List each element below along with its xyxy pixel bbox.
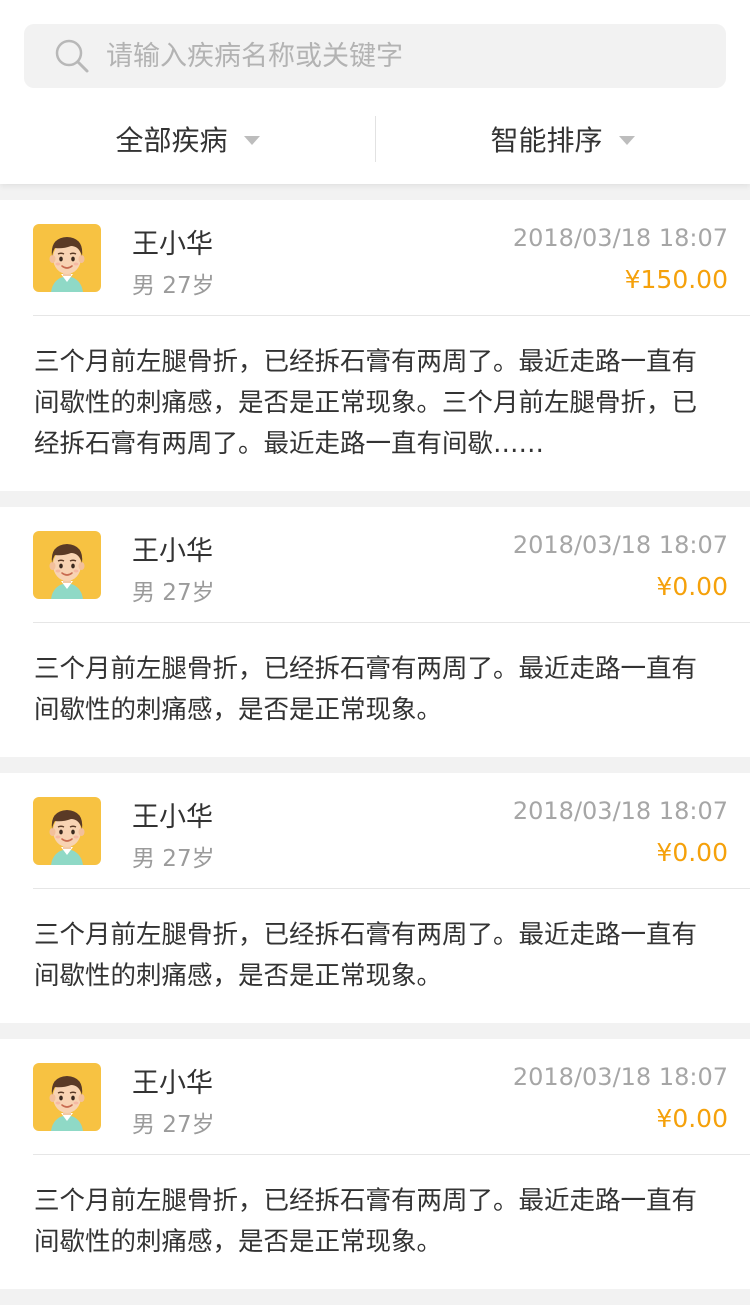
- consultation-card[interactable]: 王小华 男 27岁 2018/03/18 18:07 ¥150.00 三个月前左…: [0, 200, 750, 491]
- timestamp: 2018/03/18 18:07: [512, 797, 728, 825]
- user-avatar-icon: [33, 1063, 101, 1131]
- patient-info: 男 27岁: [132, 1112, 215, 1138]
- user-avatar-icon: [33, 224, 101, 292]
- divider: [33, 888, 750, 889]
- card-header: 王小华 男 27岁 2018/03/18 18:07 ¥0.00: [0, 1039, 750, 1155]
- timestamp: 2018/03/18 18:07: [512, 1063, 728, 1091]
- avatar: [33, 797, 101, 865]
- consultation-card[interactable]: 王小华 男 27岁 2018/03/18 18:07 ¥0.00 三个月前左腿骨…: [0, 773, 750, 1023]
- patient-info: 男 27岁: [132, 846, 215, 872]
- consultation-list: 王小华 男 27岁 2018/03/18 18:07 ¥150.00 三个月前左…: [0, 200, 750, 1305]
- avatar: [33, 1063, 101, 1131]
- patient-name: 王小华: [132, 802, 213, 833]
- user-avatar-icon: [33, 531, 101, 599]
- header: 全部疾病 智能排序: [0, 0, 750, 184]
- filter-bar: 全部疾病 智能排序: [0, 110, 750, 168]
- caret-down-icon: [618, 135, 635, 145]
- question-text: 三个月前左腿骨折，已经拆石膏有两周了。最近走路一直有间歇性的刺痛感，是否是正常现…: [34, 1186, 698, 1257]
- divider: [33, 315, 750, 316]
- price: ¥0.00: [656, 1104, 728, 1133]
- card-header: 王小华 男 27岁 2018/03/18 18:07 ¥0.00: [0, 773, 750, 889]
- search-bar[interactable]: [24, 24, 726, 88]
- patient-name: 王小华: [132, 536, 213, 567]
- question-text: 三个月前左腿骨折，已经拆石膏有两周了。最近走路一直有间歇性的刺痛感，是否是正常现…: [34, 654, 698, 725]
- price: ¥150.00: [624, 265, 728, 294]
- filter-smart-sort-label: 智能排序: [490, 124, 603, 157]
- filter-divider: [375, 116, 376, 162]
- search-icon: [55, 39, 89, 73]
- filter-all-diseases-label: 全部疾病: [115, 124, 228, 157]
- price: ¥0.00: [656, 572, 728, 601]
- divider: [33, 1154, 750, 1155]
- patient-name: 王小华: [132, 1068, 213, 1099]
- caret-down-icon: [243, 135, 260, 145]
- filter-all-diseases[interactable]: 全部疾病: [0, 110, 375, 168]
- avatar: [33, 531, 101, 599]
- question-text: 三个月前左腿骨折，已经拆石膏有两周了。最近走路一直有间歇性的刺痛感，是否是正常现…: [34, 347, 698, 459]
- price: ¥0.00: [656, 838, 728, 867]
- timestamp: 2018/03/18 18:07: [512, 224, 728, 252]
- patient-info: 男 27岁: [132, 273, 215, 299]
- user-avatar-icon: [33, 797, 101, 865]
- timestamp: 2018/03/18 18:07: [512, 531, 728, 559]
- card-header: 王小华 男 27岁 2018/03/18 18:07 ¥0.00: [0, 507, 750, 623]
- consultation-card[interactable]: 王小华 男 27岁 2018/03/18 18:07 ¥0.00 三个月前左腿骨…: [0, 507, 750, 757]
- consultation-card[interactable]: 王小华 男 27岁 2018/03/18 18:07 ¥0.00 三个月前左腿骨…: [0, 1039, 750, 1289]
- search-input[interactable]: [106, 24, 706, 88]
- question-text: 三个月前左腿骨折，已经拆石膏有两周了。最近走路一直有间歇性的刺痛感，是否是正常现…: [34, 920, 698, 991]
- filter-smart-sort[interactable]: 智能排序: [375, 110, 750, 168]
- patient-name: 王小华: [132, 229, 213, 260]
- divider: [33, 622, 750, 623]
- card-header: 王小华 男 27岁 2018/03/18 18:07 ¥150.00: [0, 200, 750, 316]
- avatar: [33, 224, 101, 292]
- patient-info: 男 27岁: [132, 580, 215, 606]
